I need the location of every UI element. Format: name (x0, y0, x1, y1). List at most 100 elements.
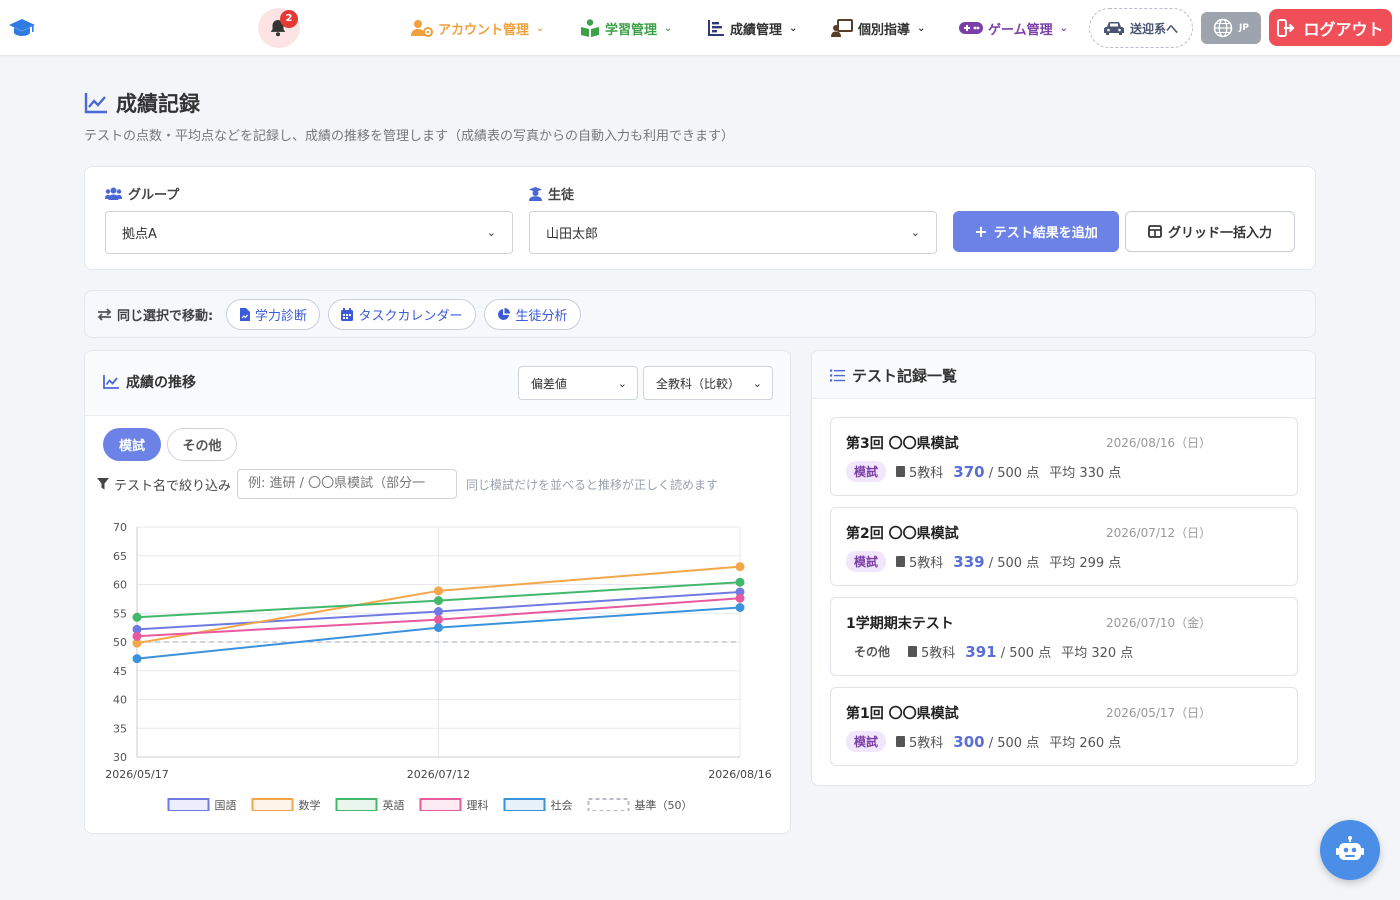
x-tick-label: 2026/05/17 (105, 768, 168, 781)
legend-swatch (167, 798, 210, 811)
sign-out-icon (1277, 18, 1296, 37)
test-record-date: 2026/08/16（日） (1106, 436, 1212, 450)
grade-trend-card: 成績の推移 偏差値 ⌄ 全教科（比較） ⌄ 模試 その他 テスト名で絞り込み 例… (84, 350, 791, 834)
graduation-cap-icon[interactable] (8, 14, 36, 40)
nav-game-management[interactable]: ゲーム管理 ⌄ (959, 19, 1068, 38)
tab-mock-exam[interactable]: 模試 (103, 428, 161, 461)
chatbot-button[interactable] (1320, 820, 1380, 880)
test-score: 370 / 500 点 (953, 462, 1039, 481)
book-icon (896, 736, 906, 747)
selection-card: グループ 拠点A ⌄ 生徒 山田太郎 ⌄ + テスト結果を追加 グリッド一括入力 (84, 166, 1316, 270)
test-record-item[interactable]: 第2回 〇〇県模試 2026/07/12（日） 模試 5教科 339 / 500… (830, 507, 1298, 586)
users-icon (105, 187, 122, 200)
nav-individual-tutoring[interactable]: 個別指導 ⌄ (831, 19, 925, 38)
data-point (434, 586, 443, 596)
test-name-filter: テスト名で絞り込み 例: 進研 / 〇〇県模試（部分一 同じ模試だけを並べると推… (97, 469, 718, 499)
user-graduate-icon (529, 186, 542, 201)
test-record-meta: 模試 5教科 300 / 500 点 平均 260 点 (846, 731, 1121, 752)
metric-select[interactable]: 偏差値 ⌄ (518, 366, 638, 400)
test-record-item[interactable]: 第3回 〇〇県模試 2026/08/16（日） 模試 5教科 370 / 500… (830, 417, 1298, 496)
nav-label: 個別指導 (858, 22, 911, 38)
group-select[interactable]: 拠点A ⌄ (105, 211, 513, 254)
score-total: / 500 点 (988, 466, 1040, 481)
nav-label: アカウント管理 (438, 22, 530, 38)
subject-count-text: 5教科 (921, 646, 956, 661)
subject-select-value: 全教科（比較） (656, 376, 741, 391)
add-test-result-button[interactable]: + テスト結果を追加 (953, 211, 1119, 252)
book-icon (896, 466, 906, 477)
exchange-icon (97, 308, 112, 321)
nav-group-3: 成績管理 ⌄ (707, 0, 797, 56)
subject-select[interactable]: 全教科（比較） ⌄ (643, 366, 773, 400)
data-point (735, 603, 745, 612)
test-type-badge: 模試 (846, 731, 887, 752)
data-point (434, 607, 443, 617)
language-switch-button[interactable]: JP (1201, 12, 1261, 44)
logout-button[interactable]: ログアウト (1269, 9, 1392, 46)
add-test-result-label: テスト結果を追加 (993, 226, 1098, 241)
grade-trend-header: 成績の推移 偏差値 ⌄ 全教科（比較） ⌄ (85, 351, 790, 416)
nav-label: ゲーム管理 (988, 22, 1053, 38)
book-icon (896, 556, 906, 567)
page-subtitle: テストの点数・平均点などを記録し、成績の推移を管理します（成績表の写真からの自動… (84, 129, 735, 144)
nav-account-management[interactable]: アカウント管理 ⌄ (411, 19, 544, 38)
test-record-meta: その他 5教科 391 / 500 点 平均 320 点 (846, 641, 1133, 662)
test-records-title: テスト記録一覧 (830, 365, 957, 386)
link-student-analysis[interactable]: 生徒分析 (484, 299, 581, 330)
test-record-name: 第2回 〇〇県模試 (846, 526, 959, 542)
tab-other[interactable]: その他 (167, 428, 237, 461)
notification-button[interactable]: 2 (258, 8, 300, 48)
link-task-calendar[interactable]: タスクカレンダー (328, 299, 476, 330)
nav-group-2: 学習管理 ⌄ (580, 0, 672, 56)
quick-navigation-text: 同じ選択で移動: (117, 309, 214, 324)
data-point (434, 615, 443, 625)
grade-trend-title: 成績の推移 (103, 372, 196, 392)
file-chart-icon (239, 308, 250, 321)
car-icon (1103, 22, 1124, 35)
chevron-down-icon: ⌄ (1059, 22, 1069, 34)
grid-bulk-input-button[interactable]: グリッド一括入力 (1125, 211, 1295, 252)
robot-icon (1336, 836, 1364, 860)
nav-learning-management[interactable]: 学習管理 ⌄ (580, 19, 672, 38)
chart-bars-icon (708, 20, 724, 36)
nav-group-4: 個別指導 ⌄ (831, 0, 925, 56)
test-record-name: 第3回 〇〇県模試 (846, 436, 959, 452)
chevron-down-icon: ⌄ (752, 376, 762, 390)
pickup-system-button[interactable]: 送迎系へ (1089, 8, 1193, 48)
student-select[interactable]: 山田太郎 ⌄ (529, 211, 937, 254)
page-title-text: 成績記録 (116, 92, 200, 116)
y-tick-label: 55 (113, 607, 127, 620)
book-reader-icon (581, 19, 599, 37)
pie-chart-icon (498, 308, 511, 320)
y-tick-label: 50 (113, 636, 127, 649)
teacher-board-icon (831, 19, 853, 37)
test-name-filter-input[interactable]: 例: 進研 / 〇〇県模試（部分一 (237, 469, 457, 499)
average-score: 平均 330 点 (1049, 466, 1122, 481)
group-select-value: 拠点A (122, 227, 157, 242)
legend-swatch (587, 798, 630, 811)
legend-label: 理科 (467, 798, 489, 811)
test-record-item[interactable]: 1学期期末テスト 2026/07/10（金） その他 5教科 391 / 500… (830, 597, 1298, 676)
test-type-badge: 模試 (846, 551, 887, 572)
group-label: グループ (105, 184, 179, 203)
test-records-header: テスト記録一覧 (812, 351, 1315, 399)
main-nav: アカウント管理 ⌄ (411, 0, 544, 56)
test-score: 339 / 500 点 (953, 552, 1039, 571)
link-label: タスクカレンダー (358, 309, 463, 324)
score-value: 370 (953, 463, 985, 481)
test-record-date: 2026/07/12（日） (1106, 526, 1212, 540)
test-record-item[interactable]: 第1回 〇〇県模試 2026/05/17（日） 模試 5教科 300 / 500… (830, 687, 1298, 766)
data-point (735, 562, 745, 572)
test-score: 391 / 500 点 (965, 642, 1051, 661)
filter-icon (97, 478, 109, 490)
y-tick-label: 60 (113, 579, 127, 592)
nav-label: 成績管理 (730, 22, 783, 38)
nav-grade-management[interactable]: 成績管理 ⌄ (707, 19, 797, 38)
nav-group-5: ゲーム管理 ⌄ (959, 0, 1068, 56)
chart-line-icon (103, 375, 119, 389)
average-score: 平均 299 点 (1049, 556, 1122, 571)
link-academic-diagnosis[interactable]: 学力診断 (226, 299, 320, 330)
test-record-meta: 模試 5教科 370 / 500 点 平均 330 点 (846, 461, 1121, 482)
users-cog-icon (411, 20, 433, 37)
metric-select-value: 偏差値 (531, 376, 568, 391)
